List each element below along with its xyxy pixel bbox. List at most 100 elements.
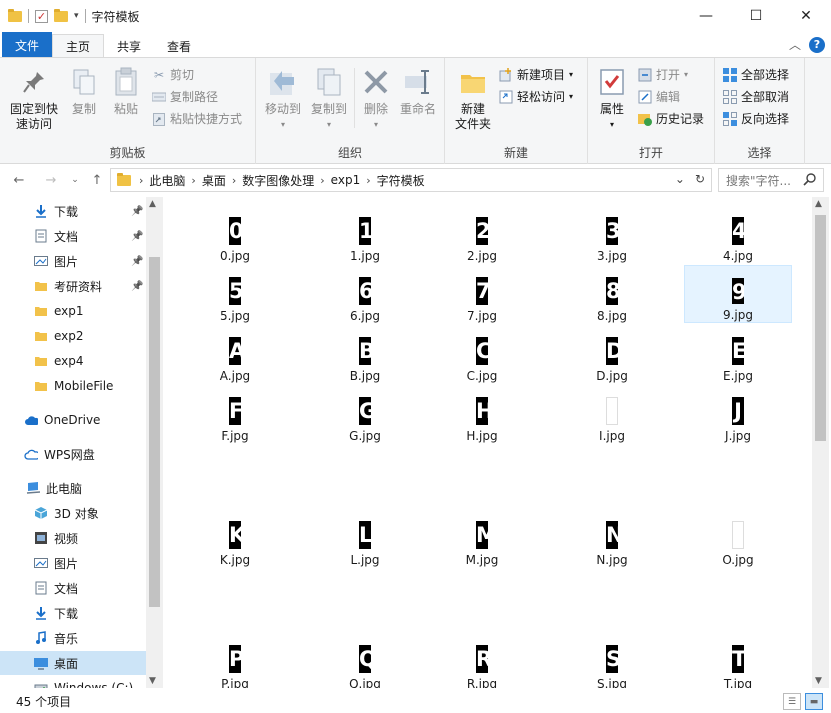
copy-to-button[interactable]: 复制到 ▾	[306, 66, 352, 132]
back-arrow-icon[interactable]: ←	[10, 170, 28, 190]
sidebar-item[interactable]: 图片	[0, 551, 146, 575]
file-item[interactable]: 6 6.jpg	[311, 265, 419, 323]
scroll-down-icon[interactable]: ▼	[815, 676, 822, 686]
tab-view[interactable]: 查看	[154, 34, 204, 58]
sidebar-item[interactable]: 3D 对象	[0, 501, 146, 525]
content-scrollbar[interactable]: ▲ ▼	[812, 197, 829, 688]
close-button[interactable]: ✕	[781, 0, 831, 32]
file-item[interactable]: N N.jpg	[558, 509, 666, 567]
breadcrumb-separator-icon[interactable]: ›	[320, 174, 324, 187]
nav-scrollbar-thumb[interactable]	[149, 257, 160, 607]
file-item[interactable]: 2 2.jpg	[428, 205, 536, 263]
pin-quick-access-button[interactable]: 固定到快 速访问	[6, 66, 62, 132]
collapse-ribbon-icon[interactable]: ︿	[789, 36, 801, 53]
select-none-button[interactable]: 全部取消	[723, 88, 789, 105]
file-item[interactable]: T T.jpg	[684, 633, 792, 688]
invert-selection-button[interactable]: 反向选择	[723, 110, 789, 127]
paste-button[interactable]: 粘贴	[106, 66, 146, 117]
file-item[interactable]: O.jpg	[684, 509, 792, 567]
history-button[interactable]: 历史记录	[638, 110, 704, 127]
sidebar-item[interactable]: 此电脑	[0, 476, 146, 500]
file-item[interactable]: A A.jpg	[181, 325, 289, 383]
details-view-icon[interactable]: ☰	[783, 693, 801, 710]
copy-button[interactable]: 复制	[64, 66, 104, 117]
sidebar-item[interactable]: 图片 📌	[0, 249, 146, 273]
file-item[interactable]: 0 0.jpg	[181, 205, 289, 263]
file-item[interactable]: P P.jpg	[181, 633, 289, 688]
properties-check-icon[interactable]: ✓	[35, 9, 48, 23]
file-item[interactable]: B B.jpg	[311, 325, 419, 383]
sidebar-item[interactable]: exp1	[0, 299, 146, 323]
tab-file[interactable]: 文件	[2, 32, 53, 58]
sidebar-item[interactable]: exp2	[0, 324, 146, 348]
sidebar-item[interactable]: 视频	[0, 526, 146, 550]
file-item[interactable]: F F.jpg	[181, 385, 289, 443]
file-item[interactable]: 9 9.jpg	[684, 265, 792, 323]
sidebar-item[interactable]: 音乐	[0, 626, 146, 650]
file-item[interactable]: 7 7.jpg	[428, 265, 536, 323]
file-item[interactable]: C C.jpg	[428, 325, 536, 383]
scroll-up-icon[interactable]: ▲	[149, 199, 156, 209]
file-item[interactable]: G G.jpg	[311, 385, 419, 443]
file-item[interactable]: R R.jpg	[428, 633, 536, 688]
file-item[interactable]: E E.jpg	[684, 325, 792, 383]
cut-button[interactable]: ✂ 剪切	[152, 66, 194, 83]
forward-arrow-icon[interactable]: →	[42, 170, 60, 190]
new-folder-button[interactable]: 新建 文件夹	[451, 66, 495, 132]
file-item[interactable]: Q Q.jpg	[311, 633, 419, 688]
sidebar-item[interactable]: 下载 📌	[0, 199, 146, 223]
minimize-button[interactable]: —	[681, 0, 731, 32]
edit-button[interactable]: 编辑	[638, 88, 680, 105]
content-scrollbar-thumb[interactable]	[815, 215, 826, 441]
up-arrow-icon[interactable]: ↑	[88, 170, 106, 190]
breadcrumb-separator-icon[interactable]: ›	[366, 174, 370, 187]
breadcrumb-exp1[interactable]: exp1	[331, 173, 361, 187]
maximize-button[interactable]: ☐	[731, 0, 781, 32]
copy-path-button[interactable]: 复制路径	[152, 88, 218, 105]
sidebar-item[interactable]: 下载	[0, 601, 146, 625]
breadcrumb-digital-image-processing[interactable]: 数字图像处理	[242, 172, 314, 189]
breadcrumb-separator-icon[interactable]: ›	[232, 174, 236, 187]
file-item[interactable]: S S.jpg	[558, 633, 666, 688]
address-bar[interactable]: › 此电脑 › 桌面 › 数字图像处理 › exp1 › 字符模板 ⌄ ↻	[110, 168, 712, 192]
address-history-dropdown-icon[interactable]: ⌄	[675, 172, 685, 186]
file-item[interactable]: I.jpg	[558, 385, 666, 443]
file-item[interactable]: K K.jpg	[181, 509, 289, 567]
open-button[interactable]: 打开 ▾	[638, 66, 688, 83]
scroll-up-icon[interactable]: ▲	[815, 199, 822, 209]
file-item[interactable]: 5 5.jpg	[181, 265, 289, 323]
file-item[interactable]: D D.jpg	[558, 325, 666, 383]
breadcrumb-separator-icon[interactable]: ›	[139, 174, 143, 187]
file-item[interactable]: M M.jpg	[428, 509, 536, 567]
file-item[interactable]: L L.jpg	[311, 509, 419, 567]
file-item[interactable]: H H.jpg	[428, 385, 536, 443]
new-folder-icon[interactable]	[54, 8, 68, 22]
paste-shortcut-button[interactable]: 粘贴快捷方式	[152, 110, 242, 127]
qat-dropdown-icon[interactable]: ▾	[74, 11, 79, 21]
new-item-button[interactable]: 新建项目 ▾	[499, 66, 573, 83]
file-item[interactable]: J J.jpg	[684, 385, 792, 443]
recent-locations-chevron-icon[interactable]: ⌄	[66, 170, 84, 190]
delete-button[interactable]: 删除 ▾	[358, 66, 394, 132]
nav-scrollbar[interactable]: ▲ ▼	[146, 197, 163, 688]
sidebar-item[interactable]: 桌面	[0, 651, 146, 675]
rename-button[interactable]: 重命名	[396, 66, 440, 117]
sidebar-item[interactable]: Windows (C:)	[0, 676, 146, 688]
select-all-button[interactable]: 全部选择	[723, 66, 789, 83]
sidebar-item[interactable]: OneDrive	[0, 408, 146, 432]
sidebar-item[interactable]: 考研资料 📌	[0, 274, 146, 298]
file-item[interactable]: 4 4.jpg	[684, 205, 792, 263]
sidebar-item[interactable]: 文档	[0, 576, 146, 600]
sidebar-item[interactable]: WPS网盘	[0, 442, 146, 466]
search-input[interactable]: 搜索"字符...	[718, 168, 824, 192]
file-item[interactable]: 3 3.jpg	[558, 205, 666, 263]
file-item[interactable]: 8 8.jpg	[558, 265, 666, 323]
breadcrumb-current[interactable]: 字符模板	[377, 172, 425, 189]
help-icon[interactable]: ?	[809, 36, 825, 53]
large-icons-view-icon[interactable]: ▬	[805, 693, 823, 710]
scroll-down-icon[interactable]: ▼	[149, 676, 156, 686]
move-to-button[interactable]: 移动到 ▾	[260, 66, 306, 132]
easy-access-button[interactable]: 轻松访问 ▾	[499, 88, 573, 105]
tab-home[interactable]: 主页	[52, 34, 105, 58]
properties-button[interactable]: 属性 ▾	[596, 66, 628, 132]
